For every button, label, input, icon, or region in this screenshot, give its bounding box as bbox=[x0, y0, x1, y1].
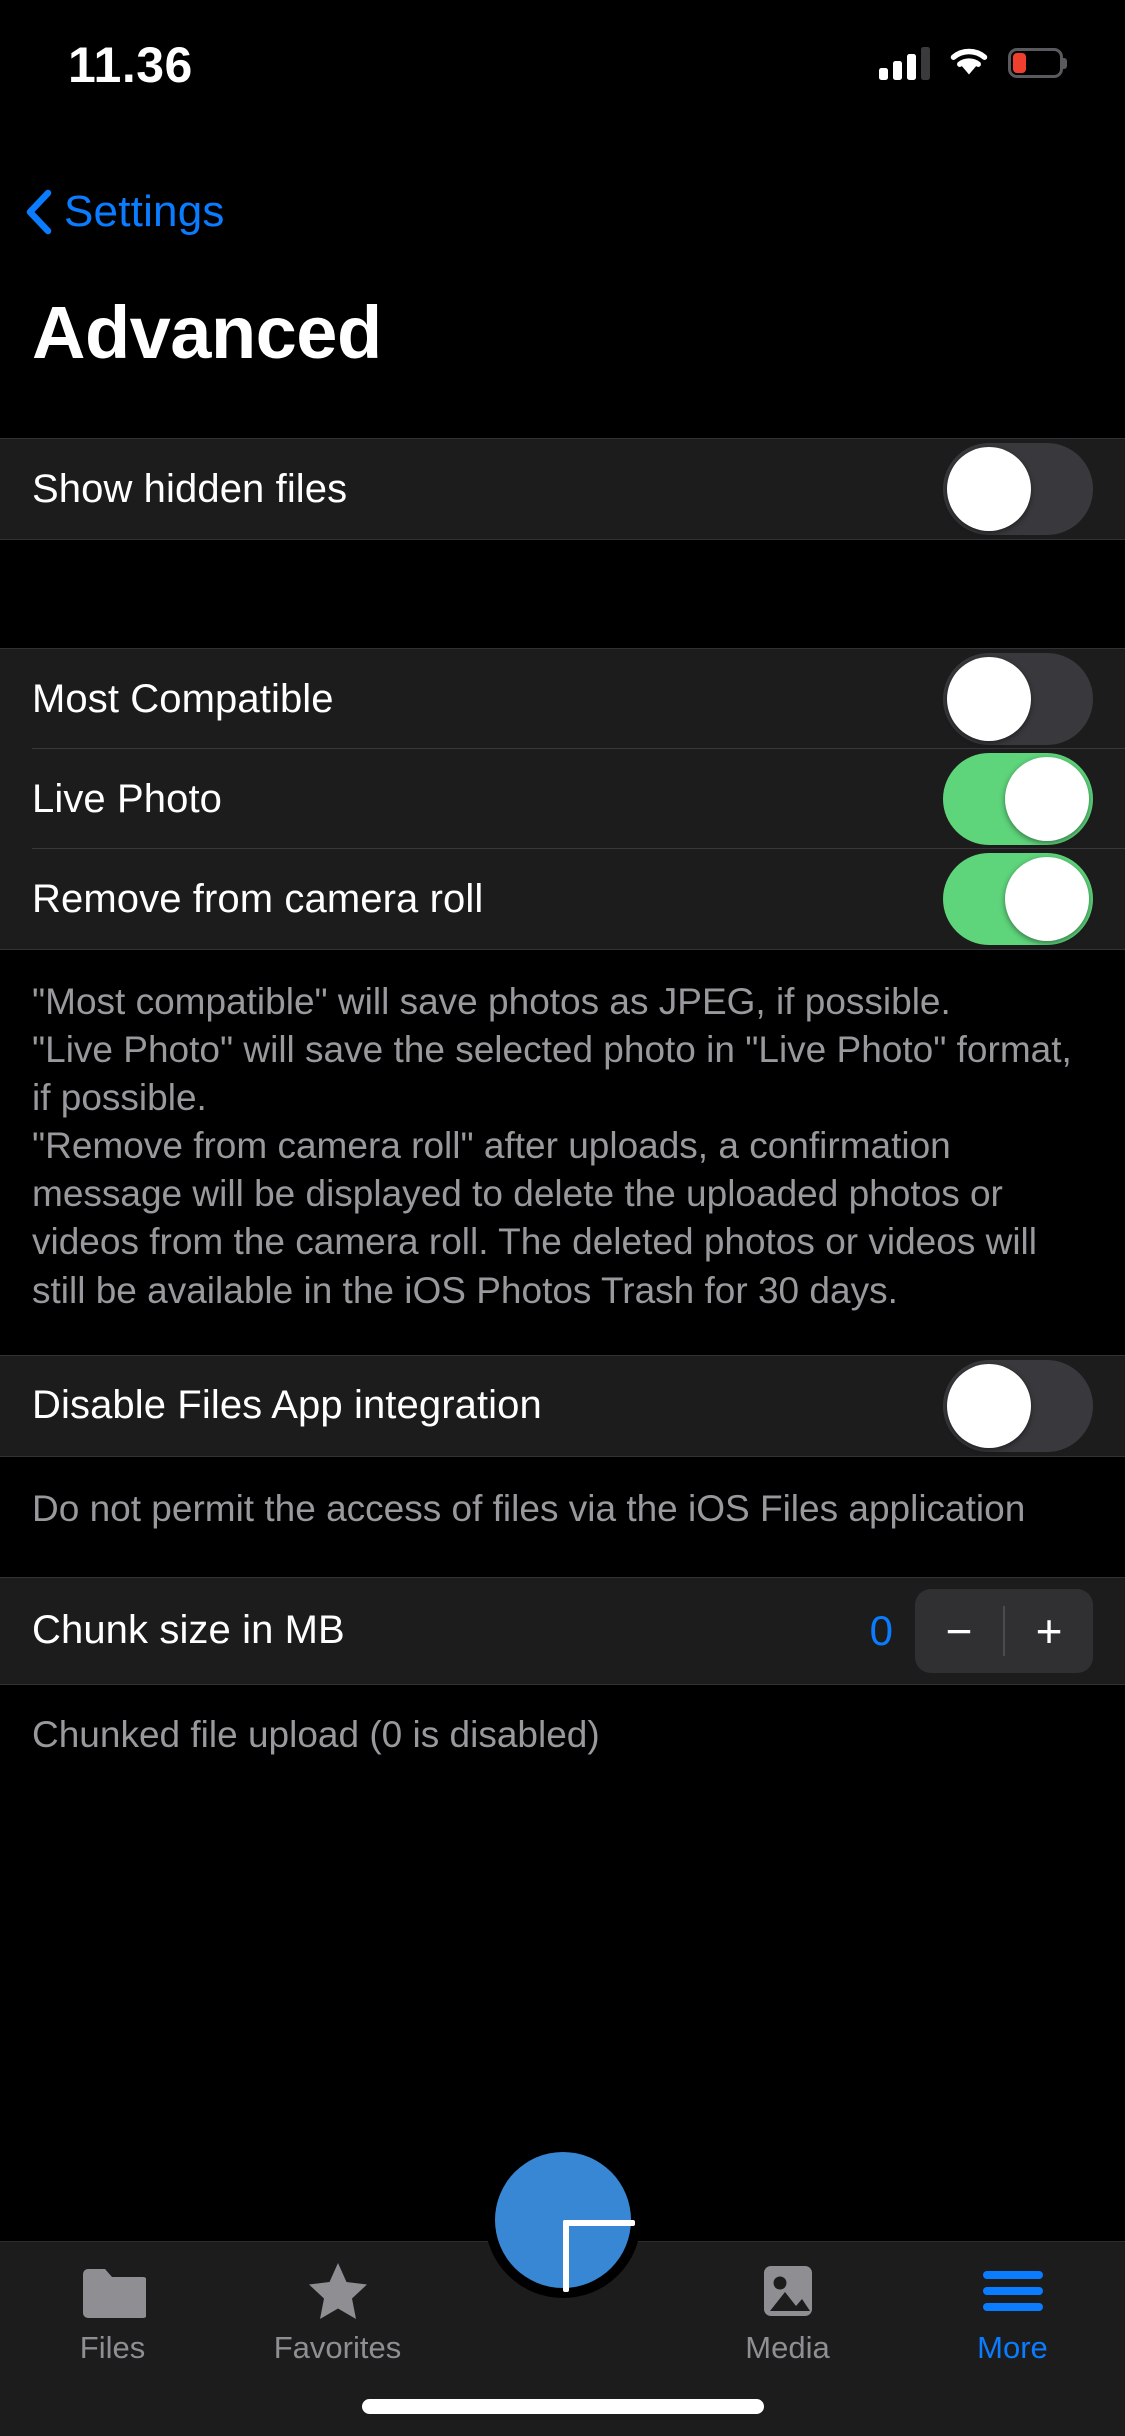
row-label: Most Compatible bbox=[32, 676, 334, 721]
settings-list: Show hidden files Most Compatible Live P… bbox=[0, 438, 1125, 1789]
hamburger-icon bbox=[980, 2260, 1046, 2322]
footer-files-app: Do not permit the access of files via th… bbox=[0, 1456, 1125, 1563]
star-icon bbox=[307, 2260, 369, 2322]
row-live-photo[interactable]: Live Photo bbox=[0, 749, 1125, 849]
row-disable-files-app-integration[interactable]: Disable Files App integration bbox=[0, 1356, 1125, 1456]
row-label: Remove from camera roll bbox=[32, 876, 484, 921]
section-files-app: Disable Files App integration bbox=[0, 1355, 1125, 1456]
section-gap bbox=[0, 540, 1125, 648]
toggle-live-photo[interactable] bbox=[943, 753, 1093, 845]
row-remove-from-camera-roll[interactable]: Remove from camera roll bbox=[0, 849, 1125, 949]
back-label: Settings bbox=[64, 187, 225, 236]
row-label: Chunk size in MB bbox=[32, 1608, 345, 1653]
status-time: 11.36 bbox=[68, 37, 193, 93]
app-screen: 11.36 Settings Advanced Show hidden file… bbox=[0, 0, 1125, 2436]
toggle-show-hidden-files[interactable] bbox=[943, 443, 1093, 535]
page-title: Advanced bbox=[32, 291, 382, 374]
stepper-control: − + bbox=[915, 1588, 1093, 1673]
tab-media[interactable]: Media bbox=[675, 2260, 900, 2366]
stepper-plus-button[interactable]: + bbox=[1005, 1589, 1093, 1673]
section-show-hidden-files: Show hidden files bbox=[0, 439, 1125, 539]
tab-files[interactable]: Files bbox=[0, 2260, 225, 2366]
battery-low-icon bbox=[1008, 48, 1067, 78]
chevron-left-icon bbox=[24, 189, 52, 235]
toggle-most-compatible[interactable] bbox=[943, 653, 1093, 745]
cellular-signal-icon bbox=[879, 46, 930, 80]
back-to-settings-button[interactable]: Settings bbox=[24, 182, 225, 242]
footer-chunk-size: Chunked file upload (0 is disabled) bbox=[0, 1684, 1125, 1789]
chunk-size-stepper: 0 − + bbox=[869, 1588, 1093, 1673]
row-label: Live Photo bbox=[32, 776, 223, 821]
tab-label: Favorites bbox=[273, 2330, 402, 2365]
add-button[interactable] bbox=[494, 2152, 635, 2292]
section-photo-options: Most Compatible Live Photo Remove from c… bbox=[0, 649, 1125, 949]
status-bar: 11.36 bbox=[0, 0, 1125, 132]
stepper-minus-button[interactable]: − bbox=[915, 1589, 1003, 1673]
section-chunk-size: Chunk size in MB 0 − + bbox=[0, 1577, 1125, 1684]
row-most-compatible[interactable]: Most Compatible bbox=[0, 649, 1125, 749]
tab-label: Files bbox=[79, 2330, 146, 2365]
status-icons bbox=[879, 40, 1067, 86]
toggle-disable-files-app-integration[interactable] bbox=[943, 1359, 1093, 1452]
row-label: Show hidden files bbox=[32, 466, 348, 511]
section-gap bbox=[0, 1344, 1125, 1355]
footer-photo-options: "Most compatible" will save photos as JP… bbox=[0, 950, 1125, 1345]
row-label: Disable Files App integration bbox=[32, 1383, 542, 1428]
section-gap bbox=[0, 1562, 1125, 1577]
folder-icon bbox=[80, 2260, 146, 2322]
wifi-icon bbox=[947, 44, 991, 82]
chunk-size-value: 0 bbox=[869, 1606, 893, 1654]
tab-more[interactable]: More bbox=[900, 2260, 1125, 2366]
row-chunk-size[interactable]: Chunk size in MB 0 − + bbox=[0, 1578, 1125, 1684]
row-show-hidden-files[interactable]: Show hidden files bbox=[0, 439, 1125, 539]
tab-label: More bbox=[977, 2330, 1048, 2365]
tab-label: Media bbox=[745, 2330, 830, 2365]
toggle-remove-from-camera-roll[interactable] bbox=[943, 853, 1093, 945]
photo-icon bbox=[758, 2260, 818, 2322]
tab-favorites[interactable]: Favorites bbox=[225, 2260, 450, 2366]
home-indicator bbox=[361, 2399, 764, 2414]
